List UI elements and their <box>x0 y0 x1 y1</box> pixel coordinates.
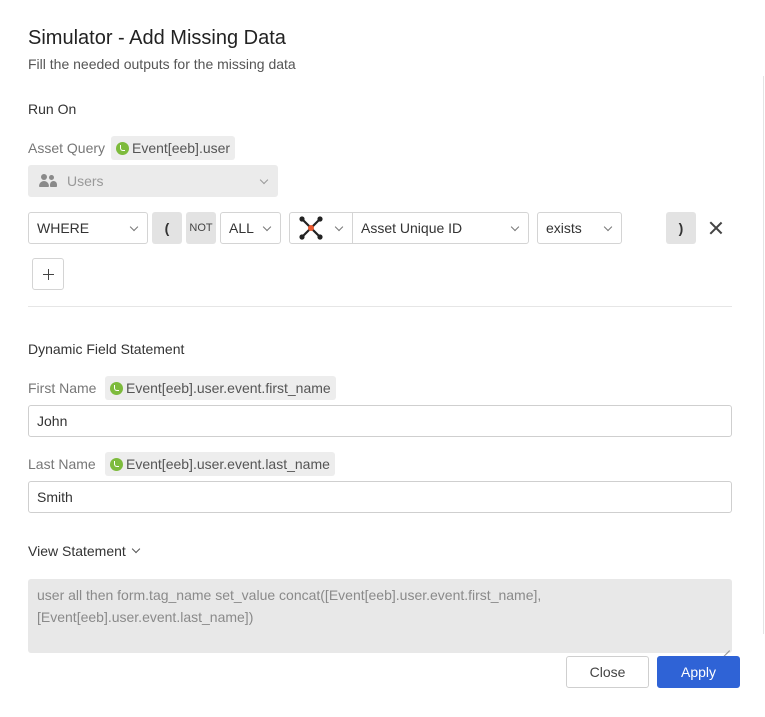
add-condition-button[interactable] <box>32 258 64 290</box>
first-name-chip-text: Event[eeb].user.event.first_name <box>126 380 331 396</box>
close-paren-button[interactable]: ) <box>666 212 696 244</box>
comparison-select[interactable]: exists <box>537 212 622 244</box>
dialog-title: Simulator - Add Missing Data <box>28 27 286 49</box>
first-name-input[interactable] <box>28 405 732 437</box>
chevron-down-icon <box>510 222 520 232</box>
view-statement-toggle[interactable]: View Statement <box>28 543 141 559</box>
apply-button[interactable]: Apply <box>657 656 740 688</box>
users-icon <box>39 174 57 188</box>
asset-query-label: Asset Query <box>28 140 106 156</box>
chevron-down-icon <box>334 222 344 232</box>
variable-icon <box>110 457 123 471</box>
chevron-down-icon <box>259 175 269 185</box>
variable-icon <box>110 381 123 395</box>
operator-value: WHERE <box>37 220 90 236</box>
quantifier-value: ALL <box>229 220 254 236</box>
last-name-chip-text: Event[eeb].user.event.last_name <box>126 456 330 472</box>
remove-condition-icon[interactable] <box>709 221 723 235</box>
open-paren-button[interactable]: ( <box>152 212 182 244</box>
chevron-down-icon <box>262 222 272 232</box>
dialog-subtitle: Fill the needed outputs for the missing … <box>28 56 296 72</box>
asset-type-select[interactable]: Users <box>28 165 278 197</box>
variable-icon <box>116 141 129 155</box>
first-name-label: First Name <box>28 380 97 396</box>
field-select[interactable]: Asset Unique ID <box>352 212 529 244</box>
run-on-heading: Run On <box>28 101 77 117</box>
chevron-down-icon <box>131 544 141 554</box>
first-name-chip[interactable]: Event[eeb].user.event.first_name <box>105 376 336 400</box>
scroll-track <box>763 76 764 634</box>
asset-type-value: Users <box>67 173 104 189</box>
source-select[interactable] <box>289 212 353 244</box>
last-name-chip[interactable]: Event[eeb].user.event.last_name <box>105 452 335 476</box>
asset-query-chip-text: Event[eeb].user <box>132 140 231 156</box>
statement-textarea[interactable]: user all then form.tag_name set_value co… <box>28 579 732 653</box>
statement-text: user all then form.tag_name set_value co… <box>37 587 542 625</box>
chevron-down-icon <box>129 222 139 232</box>
chevron-down-icon <box>603 222 613 232</box>
comparison-value: exists <box>546 220 582 236</box>
dynamic-field-heading: Dynamic Field Statement <box>28 341 185 357</box>
close-button[interactable]: Close <box>566 656 649 688</box>
view-statement-label: View Statement <box>28 543 126 559</box>
field-value: Asset Unique ID <box>361 220 463 236</box>
resize-handle-icon[interactable] <box>722 643 730 651</box>
last-name-input[interactable] <box>28 481 732 513</box>
not-toggle-button[interactable]: NOT <box>186 212 216 244</box>
asset-query-chip[interactable]: Event[eeb].user <box>111 136 236 160</box>
operator-select[interactable]: WHERE <box>28 212 148 244</box>
network-nodes-icon <box>299 216 323 240</box>
quantifier-select[interactable]: ALL <box>220 212 281 244</box>
section-divider <box>28 306 732 307</box>
last-name-label: Last Name <box>28 456 96 472</box>
